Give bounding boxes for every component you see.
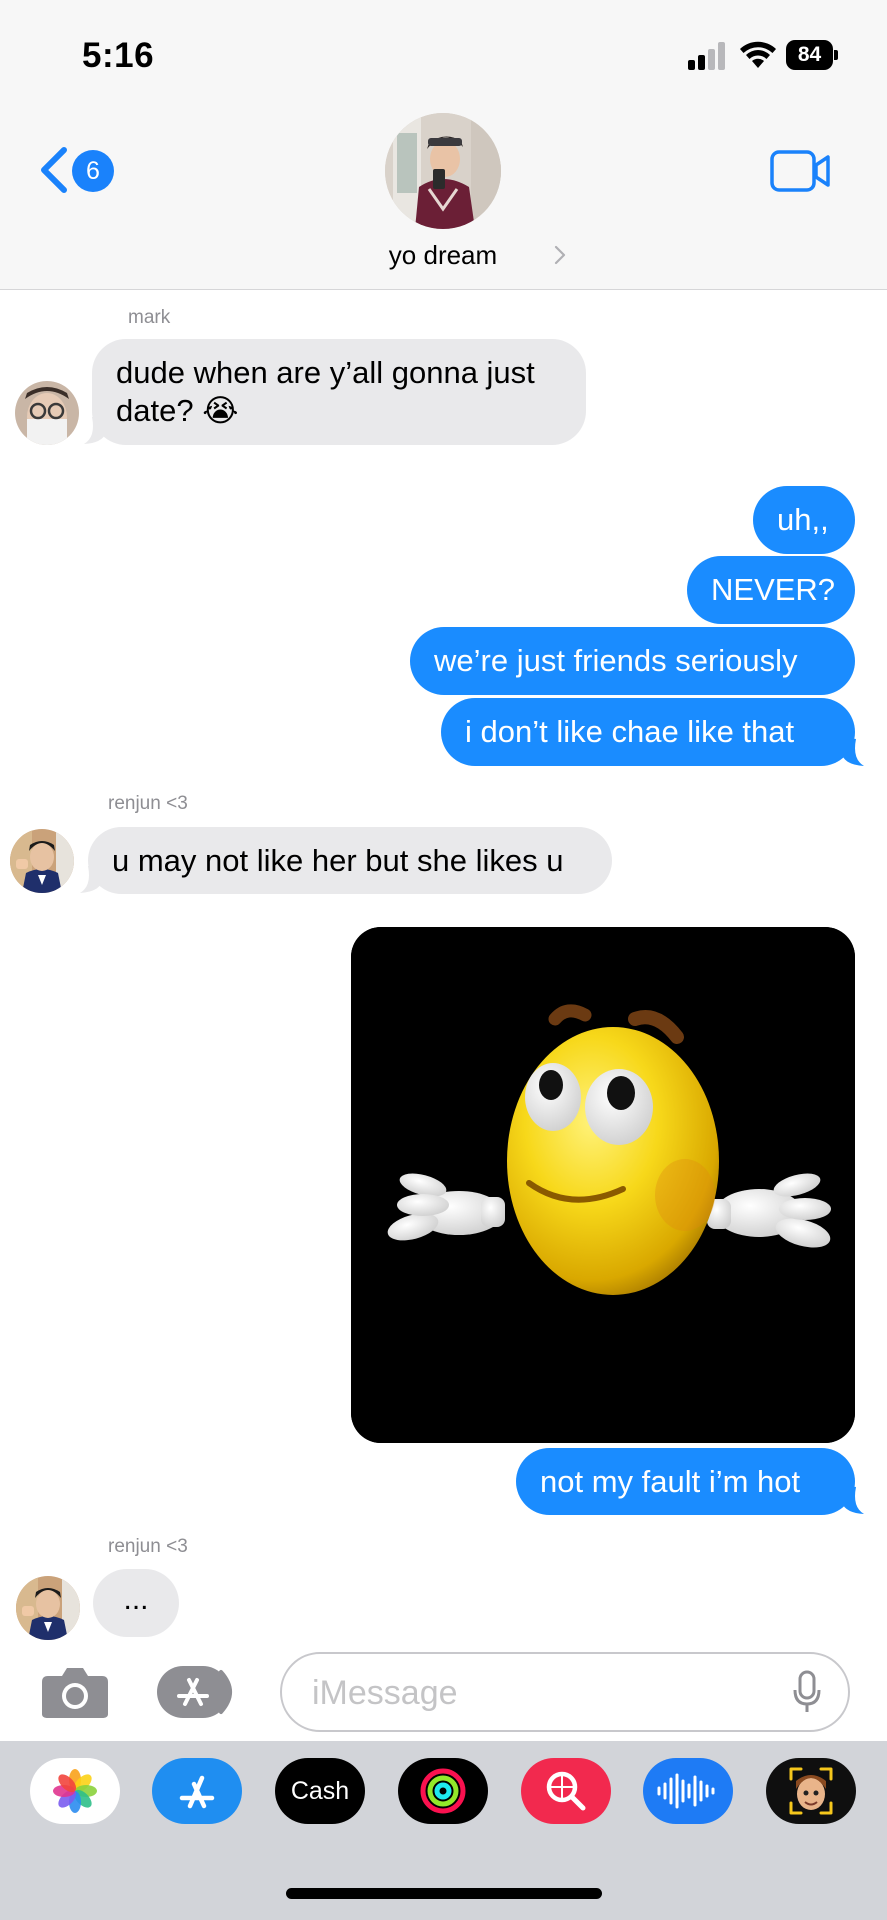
message-text: uh,, bbox=[777, 502, 829, 537]
message-bubble-outgoing[interactable]: we’re just friends seriously bbox=[410, 627, 855, 695]
microphone-icon[interactable] bbox=[792, 1670, 822, 1714]
bubble-tail bbox=[84, 415, 106, 444]
apple-cash-icon[interactable]: Cash bbox=[275, 1758, 365, 1824]
bubble-tail bbox=[842, 737, 864, 766]
audio-message-icon[interactable] bbox=[643, 1758, 733, 1824]
battery-indicator: 84 bbox=[786, 40, 838, 70]
wifi-icon bbox=[740, 41, 776, 68]
message-bubble-outgoing[interactable]: NEVER? bbox=[687, 556, 855, 624]
message-bubble-outgoing[interactable]: i don’t like chae like that bbox=[441, 698, 855, 766]
chevron-left-icon bbox=[41, 147, 67, 193]
typing-indicator: ... bbox=[93, 1569, 179, 1637]
back-button[interactable]: 6 bbox=[34, 142, 124, 198]
message-bubble-outgoing[interactable]: uh,, bbox=[753, 486, 855, 554]
cellular-signal-icon bbox=[688, 42, 726, 70]
app-store-icon[interactable] bbox=[152, 1758, 242, 1824]
video-camera-icon[interactable] bbox=[770, 150, 832, 192]
photos-icon[interactable] bbox=[30, 1758, 120, 1824]
apple-cash-label: Cash bbox=[290, 1776, 350, 1805]
avatar-renjun[interactable] bbox=[16, 1576, 80, 1640]
conversation-header: 5:16 84 6 yo dream bbox=[0, 0, 887, 290]
contact-avatar[interactable] bbox=[385, 113, 501, 229]
unread-count-badge: 6 bbox=[72, 150, 114, 192]
bubble-tail bbox=[80, 864, 102, 893]
chevron-right-icon[interactable] bbox=[553, 244, 567, 266]
message-text: we’re just friends seriously bbox=[434, 643, 798, 678]
message-bubble-outgoing[interactable]: not my fault i’m hot bbox=[516, 1448, 855, 1515]
avatar-renjun[interactable] bbox=[10, 829, 74, 893]
camera-icon[interactable] bbox=[40, 1664, 110, 1720]
sender-name: renjun <3 bbox=[108, 793, 188, 814]
message-text: i don’t like chae like that bbox=[465, 714, 795, 749]
message-text: not my fault i’m hot bbox=[540, 1464, 801, 1499]
fitness-icon[interactable] bbox=[398, 1758, 488, 1824]
message-input[interactable]: iMessage bbox=[280, 1652, 850, 1732]
message-bubble-incoming[interactable]: dude when are y’all gonna just date? 😭 bbox=[92, 339, 586, 445]
message-input-placeholder: iMessage bbox=[312, 1674, 458, 1712]
sender-name: mark bbox=[128, 307, 171, 328]
avatar-mark[interactable] bbox=[15, 381, 79, 445]
message-text: u may not like her but she likes u bbox=[112, 843, 564, 878]
message-text: ... bbox=[123, 1583, 149, 1616]
status-time: 5:16 bbox=[82, 36, 155, 75]
app-store-button[interactable] bbox=[157, 1666, 243, 1718]
contact-name[interactable]: yo dream bbox=[300, 240, 586, 271]
message-bubble-incoming[interactable]: u may not like her but she likes u bbox=[88, 827, 612, 894]
sender-name: renjun <3 bbox=[108, 1536, 188, 1557]
memoji-icon[interactable] bbox=[766, 1758, 856, 1824]
bubble-tail bbox=[842, 1485, 864, 1514]
home-indicator[interactable] bbox=[286, 1888, 602, 1899]
image-search-icon[interactable] bbox=[521, 1758, 611, 1824]
battery-level: 84 bbox=[786, 40, 833, 70]
image-attachment[interactable] bbox=[351, 927, 855, 1443]
message-text: dude when are y’all gonna just bbox=[116, 355, 535, 390]
shrugging-emoji-image bbox=[351, 927, 855, 1443]
message-text: NEVER? bbox=[711, 572, 836, 607]
message-text: date? 😭 bbox=[116, 393, 239, 428]
